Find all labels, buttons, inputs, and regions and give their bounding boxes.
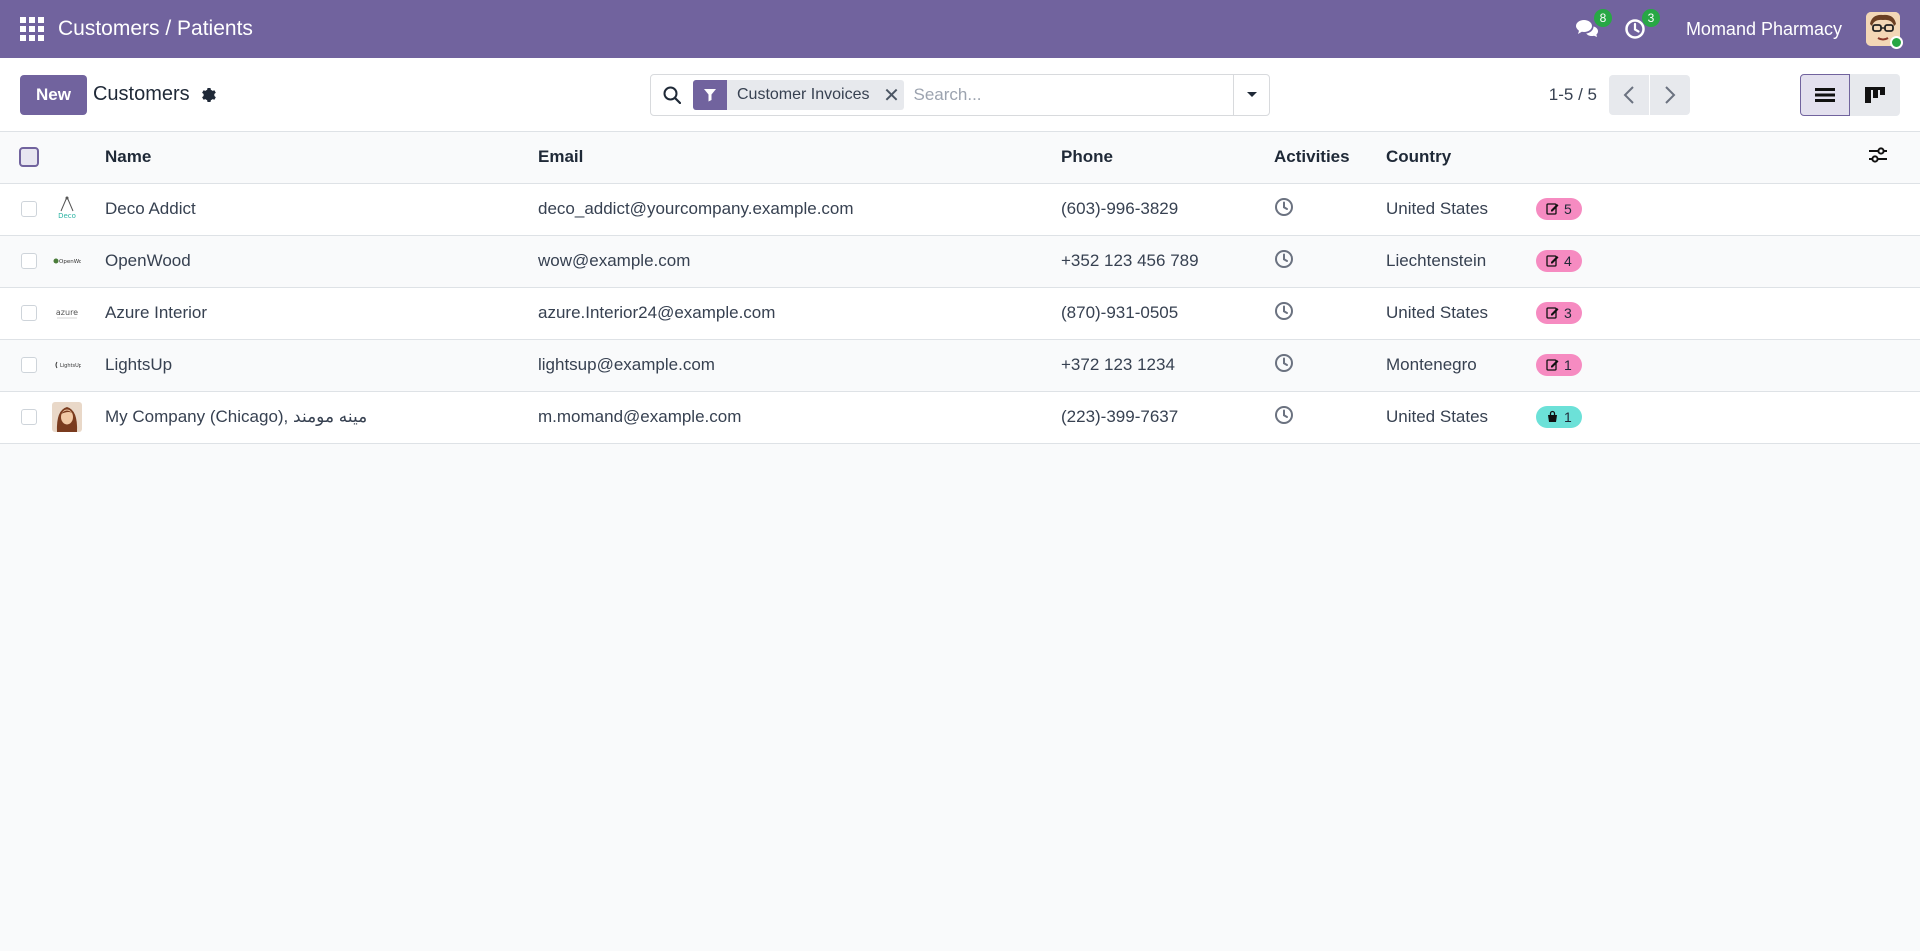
user-avatar[interactable]	[1866, 12, 1903, 49]
customer-phone: +372 123 1234	[1061, 339, 1274, 392]
customer-country: Montenegro	[1386, 339, 1536, 392]
list-icon	[1815, 88, 1835, 102]
customer-name: Azure Interior	[105, 287, 538, 340]
filter-facet: Customer Invoices ✕	[693, 80, 904, 110]
customer-name: OpenWood	[105, 235, 538, 288]
invoice-count-badge[interactable]: 1	[1536, 353, 1582, 376]
customer-photo	[52, 402, 82, 432]
edit-icon	[1546, 255, 1559, 267]
customer-phone: (870)-931-0505	[1061, 287, 1274, 340]
control-panel: New Customers Customer Invoices ✕ 1-5 / …	[0, 58, 1920, 132]
customer-email: wow@example.com	[538, 235, 1061, 288]
kanban-icon	[1865, 87, 1885, 103]
column-header-country[interactable]: Country	[1386, 132, 1536, 184]
table-row[interactable]: LightsUp LightsUp lightsup@example.com +…	[0, 339, 1920, 392]
customer-email: lightsup@example.com	[538, 339, 1061, 392]
customer-name: My Company (Chicago), مینه مومند	[105, 391, 538, 444]
invoice-count-badge[interactable]: 3	[1536, 301, 1582, 324]
customer-logo: LightsUp	[52, 350, 82, 380]
customer-email: azure.Interior24@example.com	[538, 287, 1061, 340]
breadcrumb[interactable]: Customers / Patients	[58, 17, 253, 41]
messages-button[interactable]: 8	[1574, 9, 1612, 42]
customer-country: United States	[1386, 287, 1536, 340]
column-header-name[interactable]: Name	[105, 132, 538, 184]
search-input[interactable]	[903, 85, 1233, 105]
customer-logo: OpenWood	[52, 246, 82, 276]
caret-down-icon	[1246, 92, 1257, 97]
customers-list: Name Email Phone Activities Country Deco…	[0, 132, 1920, 444]
company-switcher[interactable]: Momand Pharmacy	[1686, 19, 1842, 40]
customer-logo: azure	[52, 298, 82, 328]
select-all-checkbox[interactable]	[19, 147, 39, 168]
table-row[interactable]: My Company (Chicago), مینه مومند m.moman…	[0, 391, 1920, 444]
activity-clock-icon[interactable]	[1274, 249, 1294, 269]
shopping-bag-icon	[1548, 411, 1557, 423]
activity-clock-icon[interactable]	[1274, 301, 1294, 321]
customer-phone: +352 123 456 789	[1061, 235, 1274, 288]
customer-phone: (223)-399-7637	[1061, 391, 1274, 444]
table-header-row: Name Email Phone Activities Country	[0, 132, 1920, 184]
filter-icon	[693, 80, 727, 110]
view-switcher	[1800, 74, 1900, 116]
invoice-count-badge[interactable]: 4	[1536, 249, 1582, 272]
list-view-button[interactable]	[1800, 74, 1850, 116]
pager: 1-5 / 5	[1549, 74, 1690, 116]
online-status-dot	[1890, 36, 1903, 49]
sales-count-badge[interactable]: 1	[1536, 405, 1582, 428]
activity-clock-icon[interactable]	[1274, 353, 1294, 373]
kanban-view-button[interactable]	[1850, 74, 1900, 116]
row-checkbox[interactable]	[21, 201, 37, 217]
svg-text:LightsUp: LightsUp	[60, 363, 81, 369]
edit-icon	[1546, 307, 1559, 319]
column-header-phone[interactable]: Phone	[1061, 132, 1274, 184]
table-row[interactable]: OpenWood OpenWood wow@example.com +352 1…	[0, 235, 1920, 288]
customer-country: United States	[1386, 391, 1536, 444]
customer-email: m.momand@example.com	[538, 391, 1061, 444]
edit-icon	[1546, 359, 1559, 371]
search-icon[interactable]	[651, 86, 693, 104]
row-checkbox[interactable]	[21, 253, 37, 269]
pager-next-button[interactable]	[1650, 75, 1690, 115]
navbar-systray: 8 3 Momand Pharmacy	[1574, 9, 1903, 49]
filter-facet-label: Customer Invoices	[737, 86, 870, 103]
search-bar: Customer Invoices ✕	[650, 74, 1270, 116]
column-header-activities[interactable]: Activities	[1274, 132, 1386, 184]
page-title: Customers	[92, 83, 190, 105]
customer-country: Liechtenstein	[1386, 235, 1536, 288]
row-checkbox[interactable]	[21, 357, 37, 373]
customer-phone: (603)-996-3829	[1061, 183, 1274, 236]
row-checkbox[interactable]	[21, 305, 37, 321]
svg-text:Deco: Deco	[58, 212, 76, 220]
column-header-email[interactable]: Email	[538, 132, 1061, 184]
activities-button[interactable]: 3	[1622, 9, 1660, 42]
activity-clock-icon[interactable]	[1274, 197, 1294, 217]
remove-filter-button[interactable]: ✕	[880, 80, 904, 110]
activities-count-badge: 3	[1641, 9, 1660, 27]
messages-count-badge: 8	[1593, 9, 1612, 27]
pager-value[interactable]: 1-5 / 5	[1549, 85, 1597, 105]
gear-icon[interactable]	[200, 87, 216, 103]
table-row[interactable]: azure Azure Interior azure.Interior24@ex…	[0, 287, 1920, 340]
customer-country: United States	[1386, 183, 1536, 236]
invoice-count-badge[interactable]: 5	[1536, 197, 1582, 220]
svg-text:OpenWood: OpenWood	[59, 259, 81, 265]
chevron-right-icon	[1665, 86, 1676, 104]
activity-clock-icon[interactable]	[1274, 405, 1294, 425]
edit-icon	[1546, 203, 1559, 215]
optional-columns-icon[interactable]	[1868, 146, 1888, 164]
svg-text:azure: azure	[56, 308, 78, 317]
close-icon: ✕	[883, 84, 900, 107]
customer-name: Deco Addict	[105, 183, 538, 236]
new-button[interactable]: New	[20, 74, 87, 115]
customer-email: deco_addict@yourcompany.example.com	[538, 183, 1061, 236]
apps-menu-icon[interactable]	[20, 17, 44, 41]
search-options-toggle[interactable]	[1233, 75, 1269, 115]
pager-previous-button[interactable]	[1609, 75, 1649, 115]
chevron-left-icon	[1623, 86, 1634, 104]
top-navbar: Customers / Patients 8 3 Momand Pharmacy	[0, 0, 1920, 58]
customer-name: LightsUp	[105, 339, 538, 392]
row-checkbox[interactable]	[21, 409, 37, 425]
table-row[interactable]: Deco Deco Addict deco_addict@yourcompany…	[0, 183, 1920, 236]
customer-logo: Deco	[52, 194, 82, 224]
